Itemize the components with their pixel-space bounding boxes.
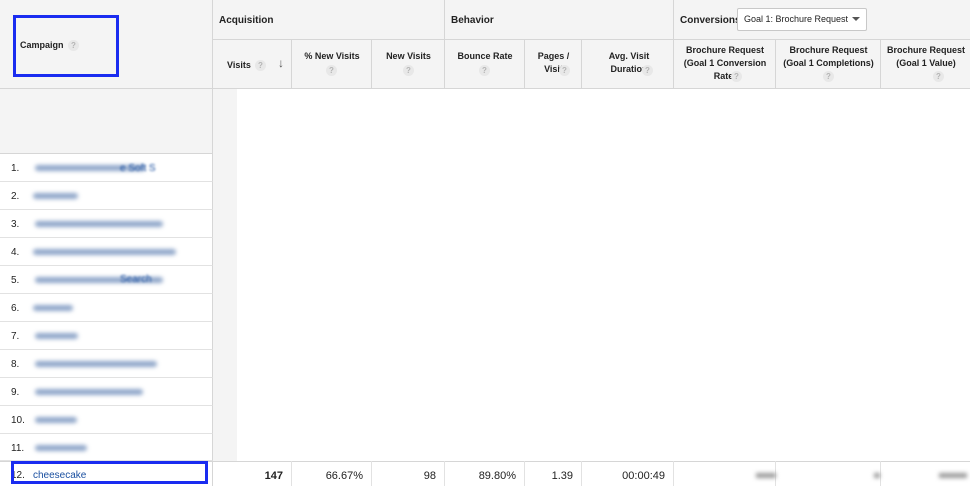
sort-down-arrow-icon[interactable]: ↓ xyxy=(278,56,284,70)
row-number: 2. xyxy=(11,191,20,202)
column-header-pages-per-visit[interactable]: Pages / Visit ? xyxy=(525,40,582,89)
table-row[interactable]: 4. xyxy=(0,238,213,266)
row-number: 4. xyxy=(11,247,20,258)
row-number: 3. xyxy=(11,219,20,230)
help-icon[interactable]: ? xyxy=(642,65,653,76)
help-icon[interactable]: ? xyxy=(731,71,742,82)
table-row[interactable]: 10. xyxy=(0,406,213,434)
chevron-down-icon xyxy=(852,17,860,21)
column-label: Brochure Request (Goal 1 Completions) xyxy=(783,45,874,68)
row-number: 10. xyxy=(11,415,25,426)
table-row[interactable]: 1. e Soft S xyxy=(0,154,213,182)
column-header-goal-value[interactable]: Brochure Request (Goal 1 Value) ? xyxy=(881,40,970,89)
table-row[interactable]: 8. xyxy=(0,350,213,378)
acquisition-group-header: Acquisition xyxy=(213,0,445,40)
column-header-completions[interactable]: Brochure Request (Goal 1 Completions) ? xyxy=(776,40,881,89)
bounce-rate-value: 89.80% xyxy=(445,461,525,486)
redacted-campaign-name[interactable] xyxy=(35,333,78,339)
table-row[interactable]: 9. xyxy=(0,378,213,406)
redacted-campaign-name[interactable] xyxy=(35,445,87,451)
goal-select[interactable]: Goal 1: Brochure Request xyxy=(737,8,867,31)
redacted-campaign-name[interactable] xyxy=(35,221,163,227)
row-partial-text: Search xyxy=(120,274,152,285)
redacted-campaign-name[interactable] xyxy=(33,249,176,255)
cheesecake-highlight-box xyxy=(11,461,208,484)
redacted-value xyxy=(939,473,967,478)
help-icon[interactable]: ? xyxy=(255,60,266,71)
column-label: Bounce Rate xyxy=(457,51,513,61)
conversions-group-header: Conversions Goal 1: Brochure Request xyxy=(674,0,970,40)
row-number: 11. xyxy=(11,443,25,454)
column-header-conversion-rate[interactable]: Brochure Request (Goal 1 Conversion Rate… xyxy=(674,40,776,89)
goal-value-value xyxy=(881,461,970,486)
visits-value: 147 xyxy=(213,461,292,486)
row-number: 8. xyxy=(11,359,20,370)
row-number: 6. xyxy=(11,303,20,314)
conversions-label: Conversions xyxy=(680,15,741,26)
column-label: Brochure Request (Goal 1 Value) xyxy=(886,45,966,68)
conversion-rate-value xyxy=(674,461,776,486)
behavior-label: Behavior xyxy=(451,15,494,26)
pages-per-visit-value: 1.39 xyxy=(525,461,582,486)
redacted-campaign-name[interactable] xyxy=(33,193,78,199)
column-label: % New Visits xyxy=(304,51,360,61)
cheesecake-cell: 12. cheesecake xyxy=(0,461,213,486)
column-header-avg-duration[interactable]: Avg. Visit Duration ? xyxy=(582,40,674,89)
redacted-campaign-name[interactable] xyxy=(35,389,143,395)
redacted-value xyxy=(756,473,776,478)
campaign-column-spacer xyxy=(0,89,213,154)
help-icon[interactable]: ? xyxy=(823,71,834,82)
column-label: New Visits xyxy=(386,51,431,61)
row-number: 9. xyxy=(11,387,20,398)
campaign-header-highlight xyxy=(13,15,119,77)
row-number: 7. xyxy=(11,331,20,342)
table-row[interactable]: 6. xyxy=(0,294,213,322)
goal-select-value: Goal 1: Brochure Request xyxy=(744,14,849,24)
column-header-new-visits[interactable]: New Visits ? xyxy=(372,40,445,89)
table-row[interactable]: 11. xyxy=(0,434,213,461)
pct-new-visits-value: 66.67% xyxy=(292,461,372,486)
column-label: Avg. Visit Duration xyxy=(608,51,650,74)
row-number: 5. xyxy=(11,275,20,286)
table-row[interactable]: 3. xyxy=(0,210,213,238)
table-row[interactable]: 7. xyxy=(0,322,213,350)
gutter-strip xyxy=(213,89,237,461)
redacted-campaign-name[interactable] xyxy=(35,361,157,367)
redacted-campaign-name[interactable] xyxy=(35,417,77,423)
new-visits-value: 98 xyxy=(372,461,445,486)
completions-value xyxy=(776,461,881,486)
campaign-column-header: Campaign ? xyxy=(0,0,213,89)
column-label: Brochure Request (Goal 1 Conversion Rate… xyxy=(683,45,767,81)
acquisition-label: Acquisition xyxy=(219,15,274,26)
help-icon[interactable]: ? xyxy=(933,71,944,82)
row-number: 1. xyxy=(11,163,20,174)
help-icon[interactable]: ? xyxy=(479,65,490,76)
help-icon[interactable]: ? xyxy=(559,65,570,76)
behavior-group-header: Behavior xyxy=(445,0,674,40)
column-header-bounce-rate[interactable]: Bounce Rate ? xyxy=(445,40,525,89)
redacted-campaign-name[interactable] xyxy=(33,305,73,311)
avg-duration-value: 00:00:49 xyxy=(582,461,674,486)
table-row[interactable]: 2. xyxy=(0,182,213,210)
table-row[interactable]: 5. Search xyxy=(0,266,213,294)
column-header-pct-new-visits[interactable]: % New Visits ? xyxy=(292,40,372,89)
row-partial-text: e Soft S xyxy=(120,163,156,174)
column-header-visits[interactable]: Visits ? ↓ xyxy=(213,40,292,89)
help-icon[interactable]: ? xyxy=(403,65,414,76)
column-label: Visits xyxy=(227,60,251,70)
redacted-value xyxy=(874,473,880,478)
help-icon[interactable]: ? xyxy=(326,65,337,76)
